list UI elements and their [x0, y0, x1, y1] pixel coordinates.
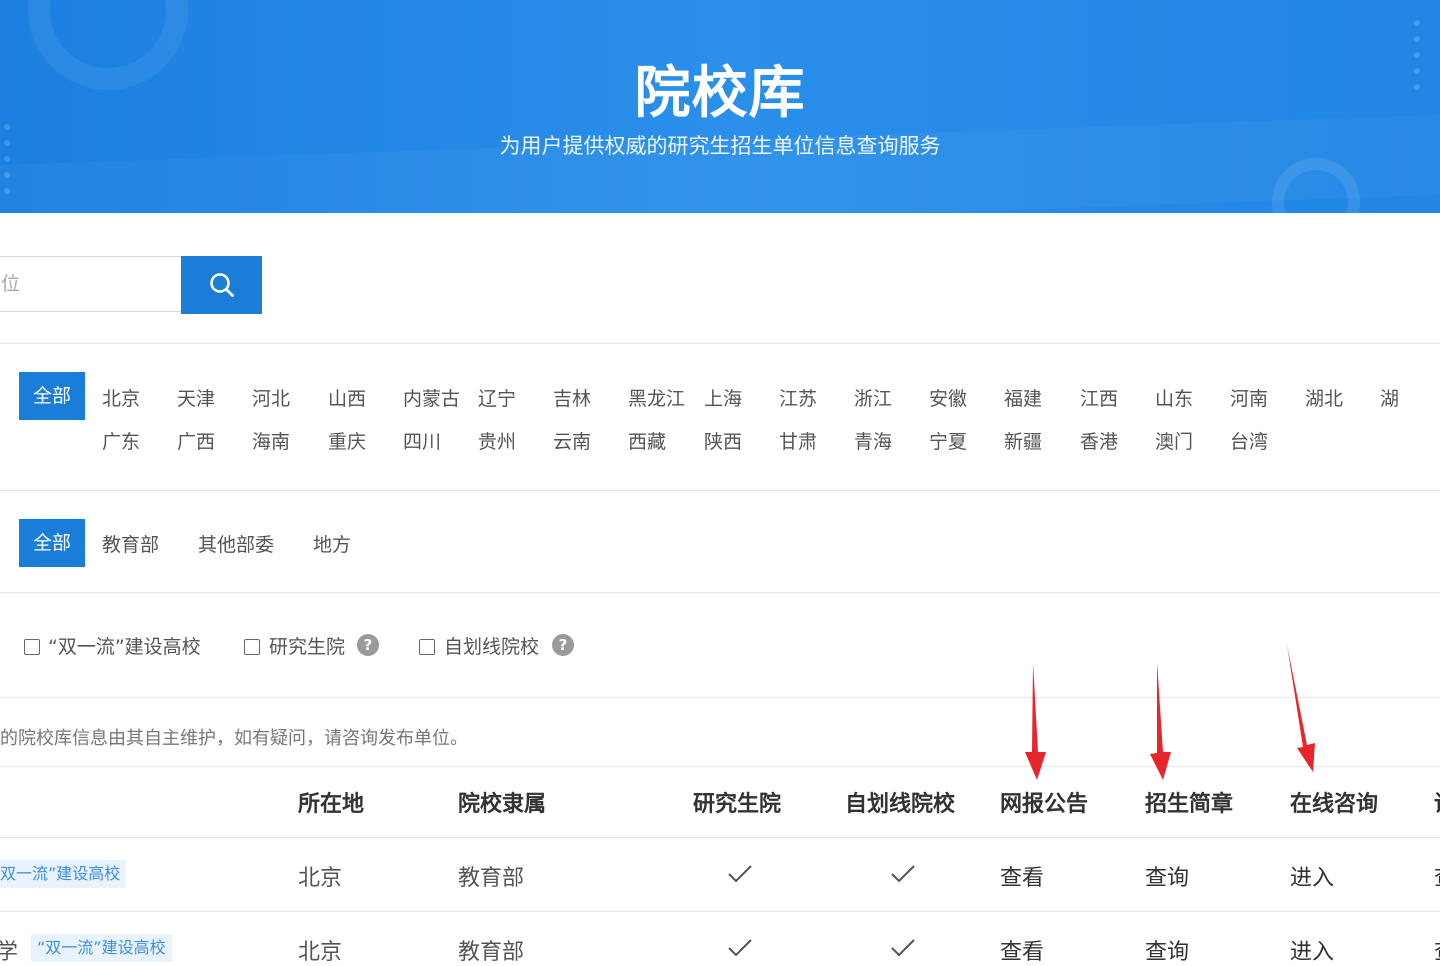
notice-view-link[interactable]: 查看: [1000, 934, 1044, 966]
graduate-school-check-icon: [728, 865, 752, 883]
region-option[interactable]: 澳门: [1155, 427, 1193, 454]
region-option[interactable]: 河北: [252, 384, 290, 411]
affiliation-option-moe[interactable]: 教育部: [102, 530, 159, 557]
search-input[interactable]: [0, 257, 182, 311]
header-brochure: 招生简章: [1145, 792, 1234, 817]
header-graduate-school: 研究生院: [693, 792, 782, 817]
region-option[interactable]: 青海: [854, 427, 892, 454]
region-option[interactable]: 陕西: [704, 427, 742, 454]
self-line-check-icon: [891, 939, 915, 957]
row-location: 北京: [298, 866, 343, 891]
consult-enter-link[interactable]: 进入: [1290, 860, 1334, 892]
self-line-label[interactable]: 自划线院校: [444, 632, 539, 659]
affiliation-option-other-ministries[interactable]: 其他部委: [198, 530, 274, 557]
more-link[interactable]: 查: [1434, 860, 1440, 892]
region-option[interactable]: 浙江: [854, 384, 892, 411]
region-all-button[interactable]: 全部: [19, 372, 86, 420]
region-option[interactable]: 黑龙江: [628, 384, 685, 411]
region-option[interactable]: 香港: [1080, 427, 1118, 454]
region-option[interactable]: 山东: [1155, 384, 1193, 411]
row-school-name[interactable]: 学: [0, 934, 18, 966]
region-option[interactable]: 广西: [177, 427, 215, 454]
divider: [0, 911, 1440, 912]
maintenance-note: 的院校库信息由其自主维护，如有疑问，请咨询发布单位。: [0, 728, 468, 749]
divider: [0, 490, 1440, 491]
region-option[interactable]: 广东: [102, 427, 140, 454]
region-option[interactable]: 山西: [328, 384, 366, 411]
page-title: 院校库: [634, 61, 806, 126]
region-option[interactable]: 宁夏: [929, 427, 967, 454]
search-button[interactable]: [181, 256, 262, 314]
region-option[interactable]: 江苏: [779, 384, 817, 411]
page-banner: 院校库 为用户提供权威的研究生招生单位信息查询服务: [0, 0, 1440, 213]
affiliation-all-button[interactable]: 全部: [19, 519, 86, 567]
region-option[interactable]: 辽宁: [478, 384, 516, 411]
header-location: 所在地: [298, 792, 365, 817]
region-option[interactable]: 湖北: [1305, 384, 1343, 411]
header-affiliation: 院校隶属: [458, 792, 547, 817]
self-line-checkbox[interactable]: [419, 639, 435, 655]
region-option[interactable]: 海南: [252, 427, 290, 454]
search-field: [0, 256, 182, 312]
region-option[interactable]: 云南: [553, 427, 591, 454]
header-self-line: 自划线院校: [845, 792, 956, 817]
region-option[interactable]: 河南: [1230, 384, 1268, 411]
header-more: 调: [1434, 786, 1440, 818]
region-option[interactable]: 吉林: [553, 384, 591, 411]
double-first-class-tag: 双一流”建设高校: [0, 860, 127, 888]
region-option[interactable]: 四川: [403, 427, 441, 454]
divider: [0, 697, 1440, 698]
region-option[interactable]: 台湾: [1230, 427, 1268, 454]
region-option[interactable]: 湖: [1380, 384, 1399, 411]
divider: [0, 592, 1440, 593]
region-option[interactable]: 内蒙古: [403, 384, 460, 411]
notice-view-link[interactable]: 查看: [1000, 860, 1044, 892]
self-line-help-icon[interactable]: ?: [552, 634, 574, 656]
region-option[interactable]: 上海: [704, 384, 742, 411]
double-first-class-checkbox[interactable]: [24, 639, 40, 655]
region-option[interactable]: 贵州: [478, 427, 516, 454]
divider: [0, 766, 1440, 767]
graduate-school-help-icon[interactable]: ?: [357, 634, 379, 656]
region-option[interactable]: 甘肃: [779, 427, 817, 454]
divider: [0, 343, 1440, 344]
row-affiliation: 教育部: [458, 866, 525, 891]
graduate-school-checkbox[interactable]: [244, 639, 260, 655]
more-link[interactable]: 查: [1434, 934, 1440, 966]
affiliation-option-local[interactable]: 地方: [313, 530, 351, 557]
page-subtitle: 为用户提供权威的研究生招生单位信息查询服务: [499, 134, 941, 158]
red-arrow-icon: [1287, 645, 1315, 772]
red-arrow-icon: [1150, 662, 1171, 780]
row-location: 北京: [298, 940, 343, 965]
double-first-class-tag: “双一流”建设高校: [31, 934, 172, 962]
divider: [0, 837, 1440, 838]
red-arrow-icon: [1025, 663, 1046, 780]
region-option[interactable]: 天津: [177, 384, 215, 411]
region-option[interactable]: 江西: [1080, 384, 1118, 411]
row-affiliation: 教育部: [458, 940, 525, 965]
consult-enter-link[interactable]: 进入: [1290, 934, 1334, 966]
header-online-consult: 在线咨询: [1290, 792, 1379, 817]
brochure-query-link[interactable]: 查询: [1145, 860, 1189, 892]
region-option[interactable]: 新疆: [1004, 427, 1042, 454]
graduate-school-label[interactable]: 研究生院: [269, 632, 345, 659]
region-option[interactable]: 西藏: [628, 427, 666, 454]
region-option[interactable]: 福建: [1004, 384, 1042, 411]
region-option[interactable]: 安徽: [929, 384, 967, 411]
region-option[interactable]: 北京: [102, 384, 140, 411]
brochure-query-link[interactable]: 查询: [1145, 934, 1189, 966]
graduate-school-check-icon: [728, 939, 752, 957]
header-online-notice: 网报公告: [1000, 792, 1089, 817]
region-option[interactable]: 重庆: [328, 427, 366, 454]
double-first-class-label[interactable]: “双一流”建设高校: [48, 632, 201, 659]
search-icon: [209, 273, 234, 297]
self-line-check-icon: [891, 865, 915, 883]
